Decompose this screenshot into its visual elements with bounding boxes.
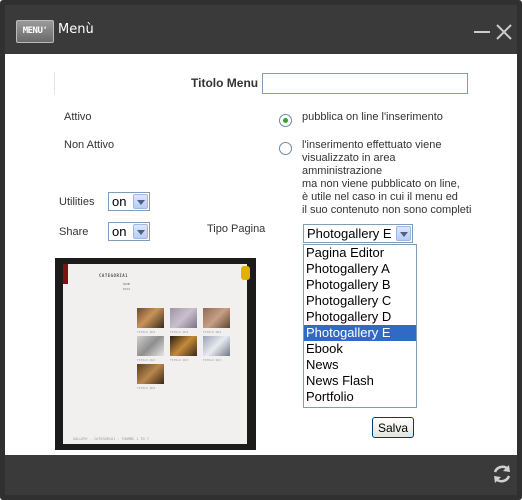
preview-accent	[63, 264, 68, 284]
save-button[interactable]: Salva	[372, 417, 414, 438]
preview-thumb	[137, 336, 164, 356]
share-select[interactable]: on	[108, 222, 150, 241]
preview-title: CATEGORIA1	[99, 273, 129, 278]
preview-caption: TITOLO QUI	[170, 358, 189, 362]
utilities-label: Utilities	[59, 196, 95, 208]
preview-thumb	[203, 308, 230, 328]
dropdown-option-selected[interactable]: Photogallery E	[304, 325, 416, 341]
dropdown-option[interactable]: Ebook	[304, 341, 416, 357]
dialog-body: Titolo Menu Attivo pubblica on line l'in…	[5, 54, 517, 455]
dropdown-option[interactable]: Photogallery A	[304, 261, 416, 277]
dropdown-option[interactable]: News	[304, 357, 416, 373]
titolo-menu-input[interactable]	[262, 73, 468, 94]
chevron-down-icon	[133, 194, 148, 209]
utilities-select[interactable]: on	[108, 192, 150, 211]
preview-footer: GALLERY - CATEGORIA1 - THUMBS 1 TO 7	[73, 437, 149, 441]
menu-dialog: MENU' Menù Titolo Menu Attivo pubblica o…	[0, 0, 522, 500]
non-attivo-description: l'inserimento effettuato viene visualizz…	[302, 139, 472, 216]
attivo-description: pubblica on line l'inserimento	[302, 111, 443, 123]
dropdown-option[interactable]: Portfolio	[304, 389, 416, 405]
divider	[54, 72, 55, 94]
attivo-label: Attivo	[64, 111, 92, 123]
tipo-pagina-dropdown: Pagina Editor Photogallery A Photogaller…	[303, 244, 417, 408]
chevron-down-icon	[133, 224, 148, 239]
dropdown-option[interactable]: News Flash	[304, 373, 416, 389]
non-attivo-label: Non Attivo	[64, 139, 115, 151]
non-attivo-radio[interactable]	[279, 142, 292, 155]
attivo-radio[interactable]	[279, 114, 292, 127]
title-bar: MENU' Menù	[5, 5, 517, 54]
footer-bar	[5, 455, 517, 495]
refresh-icon[interactable]	[491, 463, 513, 485]
preview-subtitle: NAME DATA	[123, 282, 131, 291]
preview-caption: TITOLO QUI	[203, 358, 222, 362]
menu-badge: MENU'	[16, 20, 54, 43]
preview-page: CATEGORIA1 NAME DATA TITOLO QUI TITOLO Q…	[63, 264, 250, 444]
dropdown-option[interactable]: Photogallery D	[304, 309, 416, 325]
dropdown-option[interactable]: Photogallery C	[304, 293, 416, 309]
preview-caption: TITOLO QUI	[203, 330, 222, 334]
dropdown-option[interactable]: Pagina Editor	[304, 245, 416, 261]
preview-caption: TITOLO QUI	[170, 330, 189, 334]
share-label: Share	[59, 226, 89, 238]
titolo-menu-label: Titolo Menu	[191, 76, 259, 90]
dropdown-option[interactable]: Photogallery B	[304, 277, 416, 293]
preview-thumb	[137, 308, 164, 328]
minimize-icon[interactable]	[474, 31, 490, 33]
preview-thumb	[170, 308, 197, 328]
preview-ring-icon	[241, 266, 250, 280]
layout-preview: CATEGORIA1 NAME DATA TITOLO QUI TITOLO Q…	[55, 258, 256, 450]
preview-thumb	[137, 364, 164, 384]
preview-thumb	[170, 336, 197, 356]
tipo-pagina-select[interactable]: Photogallery E	[303, 224, 413, 243]
preview-caption: TITOLO QUI	[137, 358, 156, 362]
close-icon[interactable]	[494, 22, 514, 42]
preview-thumb	[203, 336, 230, 356]
preview-caption: TITOLO QUI	[137, 386, 156, 390]
chevron-down-icon	[396, 226, 411, 241]
preview-caption: TITOLO QUI	[137, 330, 156, 334]
window-title: Menù	[58, 22, 94, 37]
tipo-pagina-label: Tipo Pagina	[207, 223, 266, 235]
